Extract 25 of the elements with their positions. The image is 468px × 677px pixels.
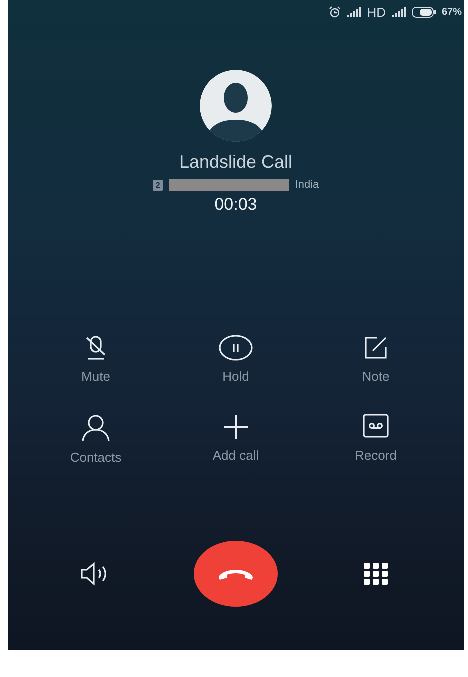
network-type: HD [367,4,386,20]
keypad-button[interactable] [364,563,388,585]
caller-name: Landslide Call [179,152,293,173]
avatar [200,70,272,142]
battery-icon [412,6,436,18]
contacts-button[interactable]: Contacts [26,414,166,465]
signal-icon [392,7,406,17]
edit-icon [363,335,389,361]
record-button[interactable]: Record [306,414,446,465]
hold-button[interactable]: Hold [166,335,306,384]
call-duration: 00:03 [214,195,258,215]
add-button[interactable]: Add call [166,414,306,465]
signal-icon [347,7,362,17]
alarm-icon [329,6,342,18]
pause-icon [218,335,254,361]
dialpad-icon [364,563,388,585]
phone-hang-up-icon [216,567,256,581]
plus-icon [223,414,249,440]
caller-country: India [295,179,320,191]
battery-percentage: 67% [442,6,462,18]
voicemail-icon [363,414,389,440]
mute-button[interactable]: Mute [26,335,166,384]
note-button[interactable]: Note [306,335,446,384]
sim-badge: 2 [152,180,164,190]
person-icon [80,414,112,442]
